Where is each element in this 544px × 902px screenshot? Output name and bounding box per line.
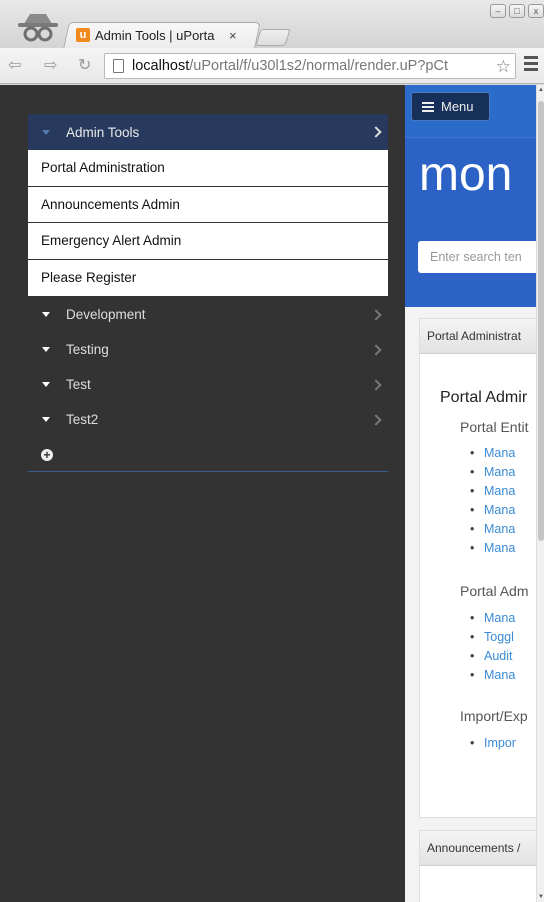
- search-input[interactable]: Enter search ten: [418, 241, 536, 273]
- admin-link[interactable]: Mana: [470, 446, 515, 460]
- caret-down-icon: [42, 129, 50, 135]
- sidebar-group-admin-tools[interactable]: Admin Tools: [28, 114, 388, 150]
- browser-titlebar: u Admin Tools | uPorta × – □ x: [0, 0, 544, 48]
- scroll-down-icon[interactable]: ▼: [538, 894, 544, 900]
- brand-title: mon: [419, 148, 513, 201]
- admin-link[interactable]: Toggl: [470, 630, 514, 644]
- tab-title: Admin Tools | uPorta: [95, 27, 215, 43]
- sidebar: Admin Tools Portal Administration Announ…: [0, 85, 405, 902]
- sidebar-group-testing[interactable]: Testing: [28, 332, 388, 367]
- url-path: /uPortal/f/u30l1s2/normal/render.uP?pCt: [189, 58, 448, 74]
- chevron-right-icon: [370, 413, 382, 426]
- admin-link[interactable]: Mana: [470, 541, 515, 555]
- add-tab-row: +: [28, 440, 388, 472]
- chrome-menu-icon[interactable]: [524, 56, 538, 74]
- flyout-item-please-register[interactable]: Please Register: [28, 260, 388, 297]
- address-bar[interactable]: localhost /uPortal/f/u30l1s2/normal/rend…: [104, 53, 516, 79]
- admin-link[interactable]: Mana: [470, 484, 515, 498]
- portlet-header[interactable]: Portal Administrat: [420, 319, 536, 354]
- admin-link[interactable]: Mana: [470, 668, 515, 682]
- admin-link[interactable]: Mana: [470, 503, 515, 517]
- chevron-right-icon: [370, 343, 382, 356]
- portlet-header[interactable]: Announcements /: [420, 831, 536, 866]
- sidebar-group-label: Test2: [66, 412, 99, 427]
- new-tab-button[interactable]: [255, 29, 291, 46]
- browser-toolbar: ⇦ ⇨ ↻ localhost /uPortal/f/u30l1s2/norma…: [0, 48, 544, 84]
- flyout-menu: Portal Administration Announcements Admi…: [28, 150, 388, 296]
- admin-link[interactable]: Mana: [470, 611, 515, 625]
- sidebar-group-test2[interactable]: Test2: [28, 402, 388, 437]
- portlet-title: Portal Admir: [440, 389, 528, 406]
- browser-tab[interactable]: u Admin Tools | uPorta ×: [74, 23, 254, 47]
- admin-link[interactable]: Mana: [470, 522, 515, 536]
- admin-link[interactable]: Impor: [470, 736, 516, 750]
- flyout-item-portal-administration[interactable]: Portal Administration: [28, 150, 388, 187]
- page-scrollbar[interactable]: ▲ ▼: [536, 85, 544, 902]
- forward-icon[interactable]: ⇨: [44, 55, 57, 75]
- caret-down-icon: [42, 382, 50, 387]
- portlet-portal-administration: Portal Administrat Portal Admir Portal E…: [419, 318, 536, 818]
- tab-close-icon[interactable]: ×: [229, 28, 237, 43]
- minimize-icon[interactable]: –: [490, 4, 506, 18]
- menu-button[interactable]: Menu: [411, 92, 490, 121]
- incognito-icon: [18, 14, 58, 42]
- flyout-item-emergency-alert-admin[interactable]: Emergency Alert Admin: [28, 223, 388, 260]
- admin-link[interactable]: Mana: [470, 465, 515, 479]
- window-controls: – □ x: [487, 4, 544, 18]
- maximize-icon[interactable]: □: [509, 4, 525, 18]
- chevron-right-icon: [370, 308, 382, 321]
- section-label: Import/Exp: [460, 708, 528, 724]
- close-window-icon[interactable]: x: [528, 4, 544, 18]
- sidebar-group-development[interactable]: Development: [28, 297, 388, 332]
- page-viewport: Admin Tools Portal Administration Announ…: [0, 85, 544, 902]
- bookmark-star-icon[interactable]: ☆: [493, 57, 511, 77]
- top-menu-bar: Menu: [405, 85, 536, 137]
- uportal-favicon-icon: u: [76, 28, 90, 42]
- section-label: Portal Entit: [460, 419, 529, 435]
- flyout-item-announcements-admin[interactable]: Announcements Admin: [28, 187, 388, 223]
- sidebar-group-label: Development: [66, 307, 146, 322]
- caret-down-icon: [42, 417, 50, 422]
- caret-down-icon: [42, 347, 50, 352]
- page-icon: [113, 59, 124, 73]
- scrollbar-thumb[interactable]: [538, 101, 544, 541]
- menu-button-label: Menu: [441, 99, 474, 114]
- chevron-right-icon: [370, 378, 382, 391]
- back-icon[interactable]: ⇦: [8, 55, 21, 75]
- add-icon[interactable]: +: [41, 449, 53, 461]
- section-label: Portal Adm: [460, 583, 529, 599]
- scroll-up-icon[interactable]: ▲: [538, 87, 544, 93]
- main-content: Menu mon Enter search ten Portal Adminis…: [405, 85, 536, 902]
- sidebar-group-label: Testing: [66, 342, 109, 357]
- caret-down-icon: [42, 312, 50, 317]
- chevron-right-icon: [370, 126, 382, 138]
- url-host: localhost: [132, 58, 190, 74]
- portlet-announcements: Announcements /: [419, 830, 536, 902]
- hamburger-icon: [422, 100, 434, 114]
- sidebar-group-label: Admin Tools: [66, 124, 140, 140]
- sidebar-group-label: Test: [66, 377, 91, 392]
- admin-link[interactable]: Audit: [470, 649, 512, 663]
- sidebar-group-test[interactable]: Test: [28, 367, 388, 402]
- reload-icon[interactable]: ↻: [78, 55, 91, 75]
